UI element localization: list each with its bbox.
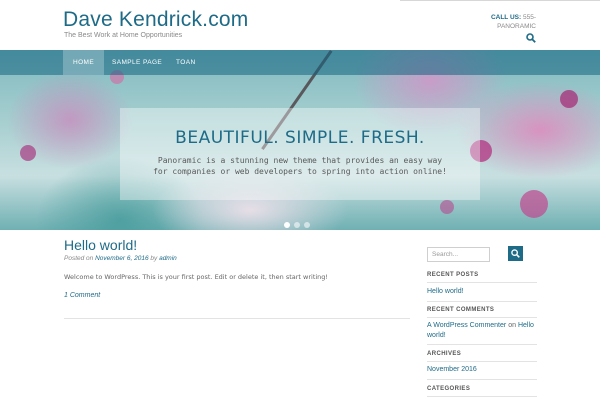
archives-title: ARCHIVES [427, 351, 462, 357]
slider-pagination [284, 222, 316, 228]
search-button[interactable] [508, 246, 523, 261]
posted-on-label: Posted on [64, 255, 94, 262]
post-author-link[interactable]: admin [159, 255, 177, 262]
widget-divider [427, 379, 537, 380]
slider-dot[interactable] [284, 222, 290, 228]
widget-divider [427, 344, 537, 345]
search-input[interactable]: Search... [427, 247, 490, 262]
widget-divider [427, 317, 537, 318]
comment-on-label: on [508, 322, 516, 329]
call-us-label: CALL US: [490, 14, 522, 21]
main-navigation: HOME SAMPLE PAGE TOAN [0, 50, 600, 75]
post-comments-link[interactable]: 1 Comment [64, 292, 100, 299]
recent-posts-title: RECENT POSTS [427, 272, 479, 278]
archive-link[interactable]: November 2016 [427, 365, 477, 375]
call-us-brand: PANORAMIC [497, 23, 536, 30]
hero-caption-box: BEAUTIFUL. SIMPLE. FRESH. Panoramic is a… [120, 108, 480, 200]
site-tagline: The Best Work at Home Opportunities [64, 32, 183, 39]
post-excerpt: Welcome to WordPress. This is your first… [64, 273, 329, 281]
comment-author-link[interactable]: A WordPress Commenter [427, 322, 506, 329]
post-title[interactable]: Hello world! [64, 237, 137, 253]
widget-divider [427, 301, 537, 302]
recent-post-link[interactable]: Hello world! [427, 287, 464, 297]
hero-text: Panoramic is a stunning new theme that p… [153, 156, 447, 176]
search-icon [511, 249, 520, 258]
widget-divider [427, 396, 537, 397]
recent-comments-title: RECENT COMMENTS [427, 307, 495, 313]
site-title[interactable]: Dave Kendrick.com [63, 8, 248, 32]
hero-slider: HOME SAMPLE PAGE TOAN BEAUTIFUL. SIMPLE.… [0, 50, 600, 230]
nav-item-home[interactable]: HOME [63, 50, 105, 75]
call-us-info: CALL US: 555- PANORAMIC [491, 13, 536, 31]
site-header: Dave Kendrick.com The Best Work at Home … [0, 0, 600, 50]
recent-comment-item: A WordPress Commenter on Hello world! [427, 321, 539, 341]
widget-divider [427, 282, 537, 283]
post-date-link[interactable]: November 6, 2016 [95, 255, 148, 262]
search-icon[interactable] [526, 33, 536, 43]
post-divider [64, 318, 410, 319]
post-meta: Posted on November 6, 2016 by admin [64, 255, 177, 262]
nav-item-sample-page[interactable]: SAMPLE PAGE [102, 50, 172, 75]
categories-title: CATEGORIES [427, 386, 471, 392]
nav-item-toan[interactable]: TOAN [166, 50, 206, 75]
by-label: by [150, 255, 158, 262]
widget-divider [427, 361, 537, 362]
slider-dot[interactable] [294, 222, 300, 228]
header-info-divider [400, 0, 600, 1]
call-us-number: 555- [522, 14, 536, 21]
hero-title: BEAUTIFUL. SIMPLE. FRESH. [175, 128, 425, 148]
slider-dot[interactable] [304, 222, 310, 228]
